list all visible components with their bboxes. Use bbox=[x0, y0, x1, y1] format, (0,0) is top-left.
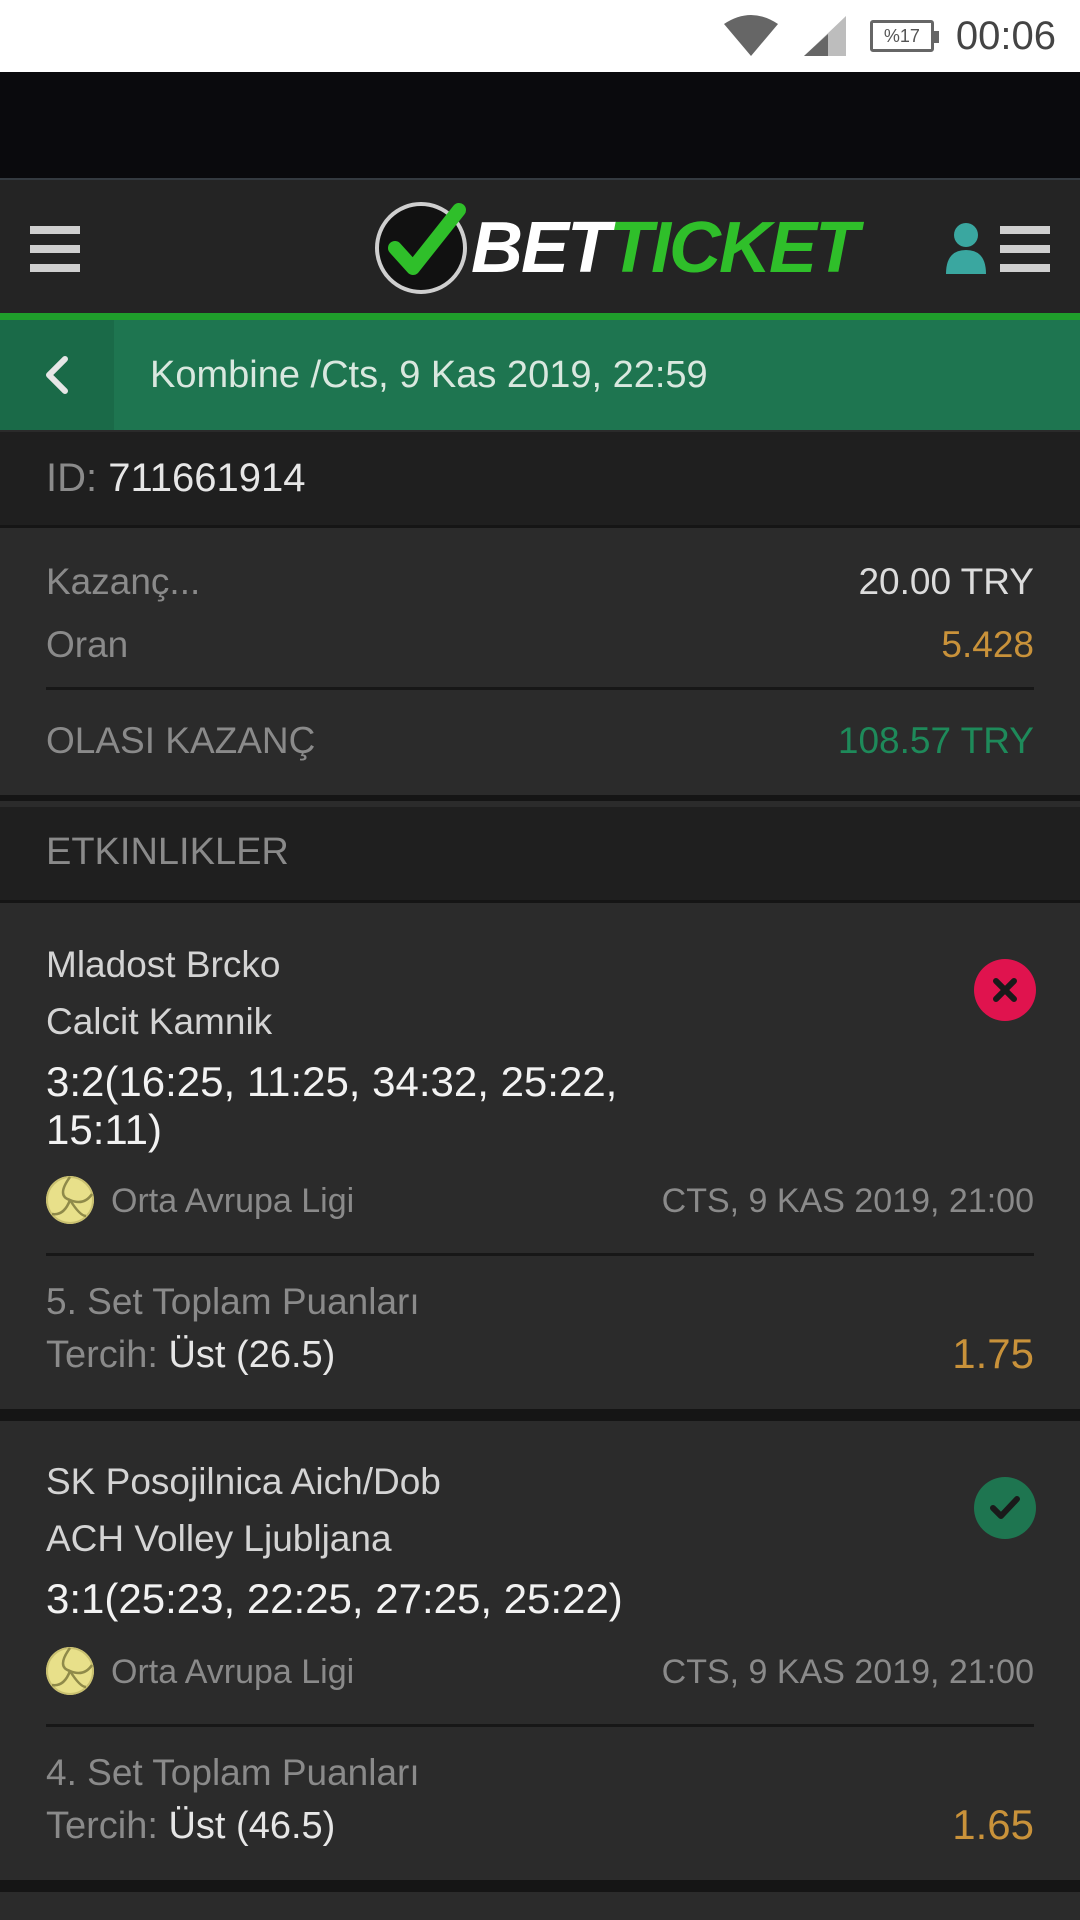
pick-label: Tercih: bbox=[46, 1805, 158, 1847]
chevron-left-icon bbox=[46, 356, 68, 394]
signal-icon bbox=[803, 16, 846, 56]
potential-win-label: OLASI KAZANÇ bbox=[46, 720, 316, 761]
logo-bet-text: BET bbox=[471, 208, 611, 288]
pick-label: Tercih: bbox=[46, 1334, 158, 1376]
back-button[interactable] bbox=[0, 320, 114, 430]
event-odds: 1.75 bbox=[952, 1330, 1034, 1377]
battery-icon: %17 bbox=[869, 20, 939, 52]
stake-label: Kazanç... bbox=[46, 561, 201, 602]
lost-status-icon bbox=[974, 959, 1036, 1021]
odds-label: Oran bbox=[46, 624, 129, 665]
header-accent-line bbox=[0, 313, 1080, 320]
market-name: 5. Set Toplam Puanları bbox=[46, 1281, 420, 1322]
volleyball-icon bbox=[46, 1176, 94, 1224]
clock: 00:06 bbox=[955, 13, 1056, 58]
page-title: Kombine /Cts, 9 Kas 2019, 22:59 bbox=[150, 354, 708, 396]
pick-value: Üst (26.5) bbox=[168, 1334, 336, 1376]
score: 3:1(25:23, 22:25, 27:25, 25:22) bbox=[46, 1575, 623, 1622]
event-odds: 1.65 bbox=[952, 1801, 1034, 1848]
ticket-id-row: ID: 711661914 bbox=[0, 432, 1080, 528]
potential-win-value: 108.57 TRY bbox=[837, 720, 1034, 761]
stake-value: 20.00 TRY bbox=[858, 561, 1034, 602]
event-date: CTS, 9 KAS 2019, 21:00 bbox=[661, 1653, 1034, 1691]
event-separator bbox=[0, 1409, 1080, 1421]
menu-icon[interactable] bbox=[1000, 226, 1050, 272]
away-team: ACH Volley Ljubljana bbox=[46, 1518, 392, 1559]
logo-check-icon bbox=[375, 202, 467, 294]
events-title: ETKINLIKLER bbox=[46, 831, 289, 873]
won-status-icon bbox=[974, 1477, 1036, 1539]
title-bar: Kombine /Cts, 9 Kas 2019, 22:59 bbox=[0, 320, 1080, 430]
event-card[interactable]: Mladost Brcko Calcit Kamnik 3:2(16:25, 1… bbox=[0, 906, 1080, 1409]
logo-ticket-text: TICKET bbox=[609, 208, 859, 288]
divider bbox=[46, 1253, 1034, 1256]
away-team: Calcit Kamnik bbox=[46, 1001, 273, 1042]
pick-value: Üst (46.5) bbox=[168, 1805, 336, 1847]
volleyball-icon bbox=[46, 1647, 94, 1695]
divider bbox=[46, 1724, 1034, 1727]
market-name: 4. Set Toplam Puanları bbox=[46, 1752, 420, 1793]
id-value: 711661914 bbox=[108, 456, 306, 500]
league-row: Orta Avrupa Ligi CTS, 9 KAS 2019, 21:00 bbox=[46, 1647, 1034, 1697]
league-name: Orta Avrupa Ligi bbox=[111, 1182, 355, 1220]
league-row: Orta Avrupa Ligi CTS, 9 KAS 2019, 21:00 bbox=[46, 1176, 1034, 1226]
score: 3:2(16:25, 11:25, 34:32, 25:22, 15:11) bbox=[46, 1058, 618, 1153]
wifi-icon bbox=[723, 15, 778, 56]
user-icon[interactable] bbox=[944, 222, 988, 274]
event-card[interactable]: SK Posojilnica Aich/Dob ACH Volley Ljubl… bbox=[0, 1421, 1080, 1880]
id-label: ID: bbox=[46, 456, 98, 500]
event-separator bbox=[0, 1880, 1080, 1892]
top-band bbox=[0, 72, 1080, 178]
home-team: Mladost Brcko bbox=[46, 944, 281, 985]
logo[interactable]: BETTICKET bbox=[375, 202, 859, 294]
status-bar: %17 00:06 bbox=[0, 0, 1080, 72]
events-header: ETKINLIKLER bbox=[0, 807, 1080, 903]
event-date: CTS, 9 KAS 2019, 21:00 bbox=[661, 1182, 1034, 1220]
ticket-summary: Kazanç... 20.00 TRY Oran 5.428 OLASI KAZ… bbox=[0, 531, 1080, 801]
league-name: Orta Avrupa Ligi bbox=[111, 1653, 355, 1691]
home-team: SK Posojilnica Aich/Dob bbox=[46, 1461, 441, 1502]
menu-icon[interactable] bbox=[30, 226, 80, 272]
divider bbox=[46, 687, 1034, 690]
total-odds-value: 5.428 bbox=[941, 624, 1034, 665]
battery-level: %17 bbox=[883, 25, 920, 46]
